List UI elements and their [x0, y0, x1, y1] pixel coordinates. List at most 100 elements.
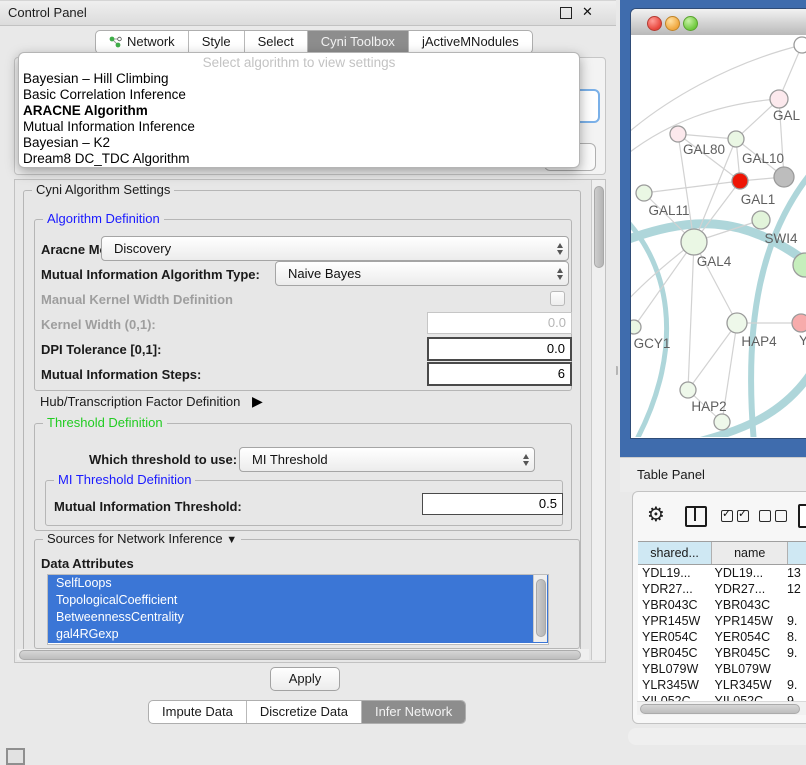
settings-horizontal-scrollbar[interactable] [17, 649, 589, 660]
control-panel-titlebar: Control Panel ✕ [0, 1, 616, 26]
column-header[interactable] [788, 542, 806, 564]
network-icon [109, 36, 122, 49]
attribute-item[interactable]: TopologicalCoefficient [48, 592, 548, 609]
tab-impute-data[interactable]: Impute Data [149, 701, 246, 723]
algorithm-dropdown[interactable]: Select algorithm to view settings Bayesi… [18, 52, 580, 168]
scrollbar-thumb[interactable] [536, 579, 546, 637]
float-window-icon[interactable] [560, 7, 572, 19]
network-node[interactable] [714, 414, 730, 430]
algorithm-option[interactable]: Basic Correlation Inference [19, 87, 579, 103]
algorithm-option[interactable]: Mutual Information Inference [19, 119, 579, 135]
table-cell: YLR345W [638, 677, 711, 693]
network-node[interactable] [728, 131, 744, 147]
sources-legend[interactable]: Sources for Network Inference ▼ [43, 531, 241, 546]
node-label: GAL80 [683, 142, 725, 157]
expand-arrow-icon[interactable]: ▶ [252, 393, 263, 410]
table-horizontal-scrollbar[interactable] [637, 701, 806, 715]
tab-select[interactable]: Select [244, 31, 307, 53]
mi-steps-field[interactable]: 6 [427, 362, 572, 386]
dpi-tolerance-label: DPI Tolerance [0,1]: [41, 342, 161, 357]
tab-network[interactable]: Network [96, 31, 188, 53]
show-columns-icon[interactable] [685, 506, 707, 527]
settings-vertical-scrollbar[interactable] [591, 180, 605, 660]
table-panel-card: ⚙ shared...name YDL19...YDL19...13YDR27.… [632, 491, 806, 724]
algorithm-option[interactable]: Bayesian – K2 [19, 135, 579, 151]
network-window-titlebar[interactable] [631, 9, 806, 36]
kernel-width-field[interactable]: 0.0 [427, 312, 572, 334]
mi-type-combo[interactable]: Naive Bayes [275, 261, 569, 286]
minimize-traffic-light-icon[interactable] [665, 16, 680, 31]
network-node[interactable] [794, 37, 806, 53]
table-row[interactable]: YPR145WYPR145W9. [638, 613, 806, 629]
dpi-tolerance-field[interactable]: 0.0 [427, 337, 572, 361]
close-icon[interactable]: ✕ [582, 4, 593, 20]
export-table-icon[interactable] [798, 504, 806, 528]
algorithm-option[interactable]: Bayesian – Hill Climbing [19, 71, 579, 87]
scrollbar-thumb[interactable] [19, 650, 581, 660]
which-threshold-label: Which threshold to use: [89, 452, 237, 467]
stepper-arrows-icon [552, 262, 568, 285]
collapse-arrow-icon[interactable]: ▼ [226, 534, 237, 546]
table-row[interactable]: YDR27...YDR27...12 [638, 581, 806, 597]
close-traffic-light-icon[interactable] [647, 16, 662, 31]
node-label: HAP2 [691, 399, 726, 414]
data-attributes-list[interactable]: SelfLoopsTopologicalCoefficientBetweenne… [47, 574, 549, 645]
network-node[interactable] [636, 185, 652, 201]
attribute-item[interactable]: SelfLoops [48, 575, 548, 592]
table-row[interactable]: YBR045CYBR045C9. [638, 645, 806, 661]
hub-definition-toggle[interactable]: Hub/Transcription Factor Definition ▶ [40, 393, 263, 410]
network-node[interactable] [670, 126, 686, 142]
network-node[interactable] [792, 314, 806, 332]
network-view-window[interactable]: GALGAL80GAL10GAL1GAL11SWI4GAL4GCY1HAP4YH… [630, 8, 806, 439]
mi-threshold-field[interactable]: 0.5 [422, 493, 563, 515]
table-cell: 13 [785, 565, 806, 581]
deselect-all-checkbox-icon[interactable] [759, 510, 771, 522]
table-row[interactable]: YBL079WYBL079W [638, 661, 806, 677]
tab-cyni-toolbox[interactable]: Cyni Toolbox [307, 31, 408, 53]
aracne-mode-combo[interactable]: Discovery [101, 236, 569, 261]
tab-style[interactable]: Style [188, 31, 244, 53]
minimized-panel-icon[interactable] [6, 748, 25, 765]
table-cell: YDR27... [711, 581, 785, 597]
control-panel-title: Control Panel [8, 5, 87, 20]
table-header-row[interactable]: shared...name [638, 541, 806, 565]
scrollbar-thumb[interactable] [594, 186, 604, 268]
network-edge [678, 134, 736, 139]
tab-infer-network[interactable]: Infer Network [361, 701, 465, 723]
network-node[interactable] [752, 211, 770, 229]
deselect-all-checkbox-icon[interactable] [775, 510, 787, 522]
network-node[interactable] [727, 313, 747, 333]
list-scrollbar[interactable] [533, 575, 547, 642]
node-label: Y [799, 333, 806, 348]
network-node[interactable] [770, 90, 788, 108]
which-threshold-combo[interactable]: MI Threshold [239, 447, 535, 472]
select-all-checkbox-icon[interactable] [721, 510, 733, 522]
table-body: YDL19...YDL19...13YDR27...YDR27...12YBR0… [638, 565, 806, 704]
table-row[interactable]: YDL19...YDL19...13 [638, 565, 806, 581]
settings-gear-icon[interactable]: ⚙ [647, 502, 665, 527]
algorithm-option[interactable]: Dream8 DC_TDC Algorithm [19, 151, 579, 167]
apply-button[interactable]: Apply [270, 667, 340, 691]
table-row[interactable]: YER054CYER054C8. [638, 629, 806, 645]
zoom-traffic-light-icon[interactable] [683, 16, 698, 31]
manual-kernel-checkbox[interactable] [550, 291, 565, 306]
table-cell: YER054C [711, 629, 785, 645]
tab-discretize-data[interactable]: Discretize Data [246, 701, 361, 723]
table-card-bottom-bevel [628, 728, 806, 745]
table-row[interactable]: YLR345WYLR345W9. [638, 677, 806, 693]
algorithm-option[interactable]: ARACNE Algorithm [19, 103, 579, 119]
network-node[interactable] [732, 173, 748, 189]
select-all-checkbox-icon[interactable] [737, 510, 749, 522]
network-node[interactable] [680, 382, 696, 398]
network-canvas[interactable]: GALGAL80GAL10GAL1GAL11SWI4GAL4GCY1HAP4YH… [631, 35, 806, 437]
column-header[interactable]: name [712, 542, 788, 564]
attribute-item[interactable]: gal4RGexp [48, 626, 548, 643]
network-node[interactable] [681, 229, 707, 255]
network-node[interactable] [631, 320, 641, 334]
attribute-item[interactable]: BetweennessCentrality [48, 609, 548, 626]
tab-jactivemnodules[interactable]: jActiveMNodules [408, 31, 532, 53]
scrollbar-thumb[interactable] [640, 704, 800, 714]
network-node[interactable] [774, 167, 794, 187]
table-row[interactable]: YBR043CYBR043C [638, 597, 806, 613]
column-header[interactable]: shared... [638, 542, 712, 564]
